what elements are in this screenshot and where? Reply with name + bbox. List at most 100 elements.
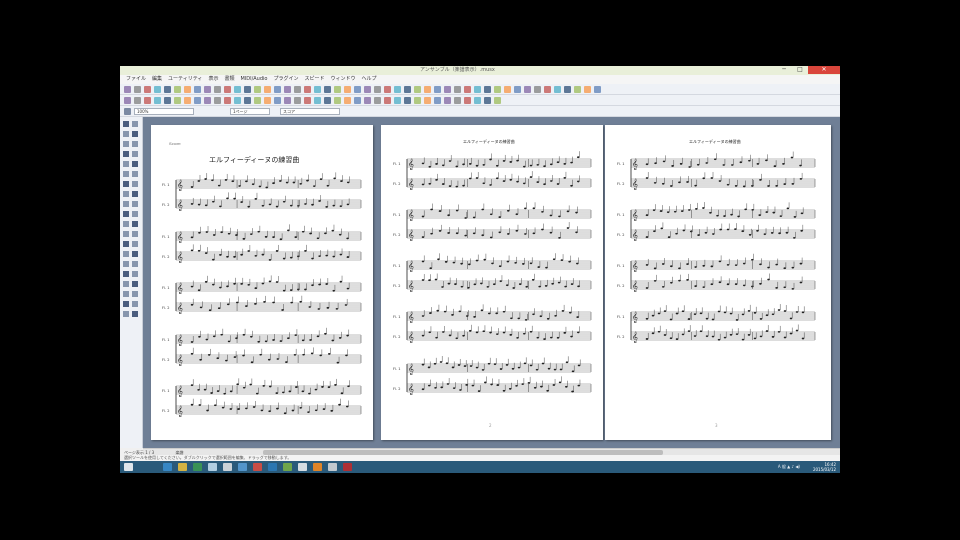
taskbar-excel-icon[interactable] <box>283 463 292 471</box>
chord-tool-icon[interactable] <box>464 97 471 104</box>
palette-tool-icon[interactable] <box>132 231 138 237</box>
taskbar-media-icon[interactable] <box>313 463 322 471</box>
clef-tool-icon[interactable] <box>234 97 241 104</box>
palette-tool-icon[interactable] <box>123 211 129 217</box>
menu-view[interactable]: 表示 <box>208 75 218 84</box>
cut-icon[interactable] <box>184 86 191 93</box>
palette-tool-icon[interactable] <box>123 201 129 207</box>
palette-tool-icon[interactable] <box>123 271 129 277</box>
print-icon[interactable] <box>474 86 481 93</box>
palette-tool-icon[interactable] <box>123 301 129 307</box>
text-tool-icon[interactable] <box>314 97 321 104</box>
new-icon[interactable] <box>284 86 291 93</box>
menu-window[interactable]: ウィンドウ <box>331 75 356 84</box>
undo-icon[interactable] <box>324 86 331 93</box>
page-view-icon[interactable] <box>234 86 241 93</box>
palette-tool-icon[interactable] <box>132 131 138 137</box>
articulation-tool-icon[interactable] <box>424 97 431 104</box>
stop-icon[interactable] <box>424 86 431 93</box>
stop-icon[interactable] <box>264 86 271 93</box>
articulation-tool-icon[interactable] <box>144 97 151 104</box>
record-icon[interactable] <box>434 86 441 93</box>
key-tool-icon[interactable] <box>384 97 391 104</box>
menu-file[interactable]: ファイル <box>126 75 146 84</box>
close-button[interactable]: ✕ <box>808 66 840 74</box>
taskbar-paint-icon[interactable] <box>298 463 307 471</box>
chord-tool-icon[interactable] <box>324 97 331 104</box>
menu-help[interactable]: ヘルプ <box>362 75 377 84</box>
cut-icon[interactable] <box>344 86 351 93</box>
minimize-button[interactable]: ─ <box>776 66 792 74</box>
undo-icon[interactable] <box>484 86 491 93</box>
taskbar-recorder-icon[interactable] <box>343 463 352 471</box>
taskbar-ie-icon[interactable] <box>163 463 172 471</box>
undo-icon[interactable] <box>164 86 171 93</box>
staff-tool-icon[interactable] <box>124 97 131 104</box>
palette-tool-icon[interactable] <box>132 191 138 197</box>
palette-tool-icon[interactable] <box>132 121 138 127</box>
palette-tool-icon[interactable] <box>123 181 129 187</box>
menu-utilities[interactable]: ユーティリティ <box>168 75 202 84</box>
staff-select[interactable]: スコア <box>280 108 340 115</box>
zoom-icon[interactable] <box>534 86 541 93</box>
maximize-button[interactable]: □ <box>792 66 808 74</box>
palette-tool-icon[interactable] <box>123 251 129 257</box>
key-tool-icon[interactable] <box>244 97 251 104</box>
score-page-1[interactable]: Fl. 1 𝄞 Fl. 2 𝄞 Fl. 1 𝄞 Fl. 2 𝄞 Fl. 1 𝄞 Fl. 2 𝄞 Fl. … <box>151 125 373 440</box>
slur-tool-icon[interactable] <box>354 97 361 104</box>
palette-tool-icon[interactable] <box>132 281 138 287</box>
taskbar-adobe-icon[interactable] <box>253 463 262 471</box>
palette-tool-icon[interactable] <box>132 221 138 227</box>
paste-icon[interactable] <box>524 86 531 93</box>
hand-icon[interactable] <box>544 86 551 93</box>
repeat-tool-icon[interactable] <box>194 97 201 104</box>
zoom-select[interactable]: 100% <box>134 108 194 115</box>
redo-icon[interactable] <box>494 86 501 93</box>
taskbar-settings-icon[interactable] <box>328 463 337 471</box>
clock[interactable]: 16:42 2015/03/12 <box>813 462 836 472</box>
redo-icon[interactable] <box>334 86 341 93</box>
note-tool-icon[interactable] <box>414 97 421 104</box>
text-tool-icon[interactable] <box>174 97 181 104</box>
new-icon[interactable] <box>124 86 131 93</box>
taskbar-finale-icon[interactable] <box>268 463 277 471</box>
save-icon[interactable] <box>144 86 151 93</box>
clef-tool-icon[interactable] <box>374 97 381 104</box>
redo-icon[interactable] <box>174 86 181 93</box>
score-page-2[interactable]: Fl. 1 𝄞 Fl. 2 𝄞 Fl. 1 𝄞 Fl. 2 𝄞 Fl. 1 𝄞 Fl. 2 𝄞 Fl. … <box>381 125 603 440</box>
palette-tool-icon[interactable] <box>123 121 129 127</box>
palette-tool-icon[interactable] <box>132 261 138 267</box>
palette-tool-icon[interactable] <box>123 241 129 247</box>
stop-icon[interactable] <box>584 86 591 93</box>
save-icon[interactable] <box>464 86 471 93</box>
palette-tool-icon[interactable] <box>132 201 138 207</box>
palette-tool-icon[interactable] <box>123 231 129 237</box>
repeat-tool-icon[interactable] <box>334 97 341 104</box>
menu-midi-audio[interactable]: MIDI/Audio <box>240 75 267 84</box>
time-tool-icon[interactable] <box>254 97 261 104</box>
palette-tool-icon[interactable] <box>132 241 138 247</box>
page-view-icon[interactable] <box>394 86 401 93</box>
measure-tool-icon[interactable] <box>484 97 491 104</box>
taskbar-chrome-icon[interactable] <box>208 463 217 471</box>
palette-tool-icon[interactable] <box>123 141 129 147</box>
palette-tool-icon[interactable] <box>123 161 129 167</box>
menu-edit[interactable]: 編集 <box>152 75 162 84</box>
taskbar-explorer-icon[interactable] <box>178 463 187 471</box>
new-icon[interactable] <box>444 86 451 93</box>
paste-icon[interactable] <box>204 86 211 93</box>
page-view-icon[interactable] <box>554 86 561 93</box>
note-tool-icon[interactable] <box>134 97 141 104</box>
play-icon[interactable] <box>254 86 261 93</box>
palette-tool-icon[interactable] <box>123 151 129 157</box>
copy-icon[interactable] <box>514 86 521 93</box>
print-icon[interactable] <box>314 86 321 93</box>
measure-tool-icon[interactable] <box>344 97 351 104</box>
lyrics-tool-icon[interactable] <box>164 97 171 104</box>
record-icon[interactable] <box>274 86 281 93</box>
zoom-icon[interactable] <box>214 86 221 93</box>
articulation-tool-icon[interactable] <box>284 97 291 104</box>
staff-tool-icon[interactable] <box>404 97 411 104</box>
copy-icon[interactable] <box>194 86 201 93</box>
expression-tool-icon[interactable] <box>434 97 441 104</box>
